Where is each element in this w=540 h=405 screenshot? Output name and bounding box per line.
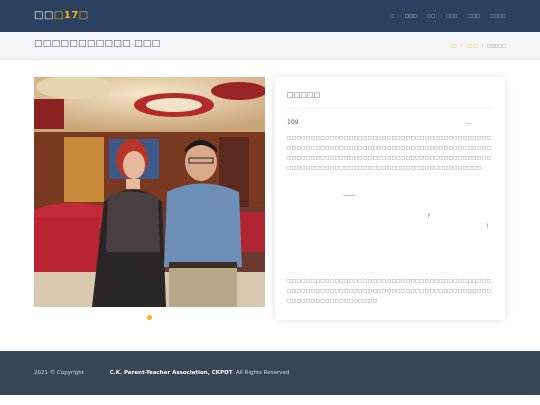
nav-item-2[interactable]: □□□ [405, 13, 416, 19]
nav-item-3[interactable]: □□ [428, 13, 436, 19]
nav-item-4[interactable]: □□□ [446, 13, 457, 19]
copyright-year: 2021 © Copyright [34, 370, 84, 376]
article-question: ? [427, 213, 431, 220]
copyright-text: 2021 © Copyright C.K. Parent-Teacher Ass… [34, 370, 289, 376]
article-exclaim: ! [486, 223, 489, 230]
page-title: □□□□□□□□□□□ □□□ [34, 39, 161, 49]
brand-prefix: □□ [34, 10, 54, 21]
article-dash: —— [343, 192, 355, 199]
article-paragraph-1: □□□□□□□□□□□□□□□□□□□□□□□□□□□□□□□□□□□□□□□□… [287, 136, 492, 171]
article-meta: 109 [287, 119, 299, 126]
rights-text: . All Rights Reserved [232, 370, 290, 376]
top-navbar: □□□17□ □ □□□ □□ □□□ □□□ □□□□ [0, 0, 540, 32]
nav-item-home[interactable]: □ [391, 13, 395, 19]
brand-suffix: □ [78, 10, 89, 21]
breadcrumb: □□ / □□□ / □□□□□ [449, 43, 506, 48]
breadcrumb-current: □□□□□ [487, 43, 506, 48]
main-nav: □ □□□ □□ □□□ □□□ □□□□ [391, 13, 507, 19]
article-card: □□□□□ 109 ... □□□□□□□□□□□□□□□□□□□□□□□□□□… [275, 77, 505, 320]
event-photo [34, 77, 265, 307]
article-meta-more: ... [466, 119, 472, 126]
article-paragraph-2: □□□□□□□□□□□□□□□□□□□□□□□□□□□□□□□□□□□□□□□□… [287, 279, 492, 304]
nav-item-5[interactable]: □□□ [469, 13, 480, 19]
article-heading: □□□□□ [287, 91, 321, 99]
breadcrumb-separator: / [461, 43, 463, 48]
nav-item-6[interactable]: □□□□ [491, 13, 506, 19]
slider-pagination [147, 315, 152, 320]
brand-mid: □ [53, 10, 64, 21]
brand-number: 17 [63, 10, 79, 21]
breadcrumb-home[interactable]: □□ [449, 43, 457, 48]
breadcrumb-separator: / [481, 43, 484, 48]
site-logo[interactable]: □□□17□ [34, 10, 89, 21]
photo-slide[interactable] [34, 77, 265, 307]
breadcrumb-section[interactable]: □□□ [466, 43, 477, 48]
organization-name[interactable]: C.K. Parent-Teacher Association, CKPOT [110, 370, 233, 376]
slider-dot-active[interactable] [147, 315, 152, 320]
divider [287, 108, 493, 109]
